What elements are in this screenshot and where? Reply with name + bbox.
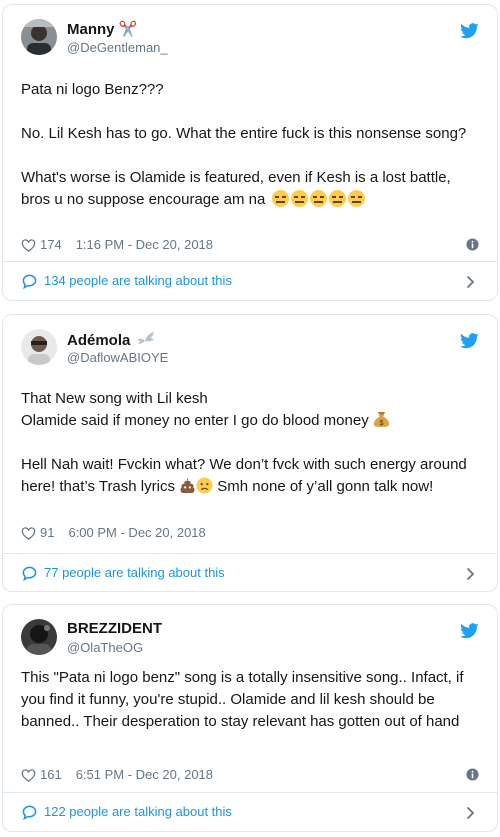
talking-count[interactable]: 122 people are talking about this: [44, 804, 232, 819]
like-count: 161: [40, 767, 62, 782]
user-handle[interactable]: @OlaTheOG: [67, 640, 143, 655]
tweet-paragraph: What's worse is Olamide is featured, eve…: [21, 167, 483, 211]
conversation-link[interactable]: 122 people are talking about this: [3, 792, 497, 831]
tweet-paragraph-text: What's worse is Olamide is featured, eve…: [21, 169, 451, 208]
heart-icon[interactable]: [21, 527, 36, 540]
avatar-image: [21, 19, 57, 55]
tweet-timestamp[interactable]: 1:16 PM - Dec 20, 2018: [76, 237, 213, 252]
tweet-text: That New song with Lil kesh Olamide said…: [21, 388, 483, 498]
speech-bubble-icon: [22, 805, 37, 820]
heart-icon[interactable]: [21, 239, 36, 252]
talking-count[interactable]: 77 people are talking about this: [44, 565, 225, 580]
tweet-text: Pata ni logo Benz??? No. Lil Kesh has to…: [21, 79, 483, 211]
user-handle[interactable]: @DeGentleman_: [67, 40, 168, 55]
tweet-timestamp[interactable]: 6:51 PM - Dec 20, 2018: [76, 767, 213, 782]
display-name-text: Adémola: [67, 332, 131, 349]
tweet-paragraph: Hell Nah wait! Fvckin what? We don’t fvc…: [21, 454, 483, 498]
tweet-paragraph: No. Lil Kesh has to go. What the entire …: [21, 125, 467, 142]
dove-emoji: [137, 332, 154, 344]
heart-icon[interactable]: [21, 769, 36, 782]
money-bag-emoji: $: [373, 411, 389, 427]
info-icon[interactable]: [466, 768, 479, 781]
speech-bubble-icon: [22, 274, 37, 289]
tweet-timestamp[interactable]: 6:00 PM - Dec 20, 2018: [68, 525, 205, 540]
conversation-link[interactable]: 77 people are talking about this: [3, 553, 497, 591]
like-count: 91: [40, 525, 55, 540]
avatar-image: [21, 329, 57, 365]
avatar-image: [21, 619, 57, 655]
twitter-bird-icon[interactable]: [460, 333, 479, 349]
user-handle[interactable]: @DaflowABIOYE: [67, 350, 168, 365]
expressionless-face-emoji: [309, 190, 327, 207]
tweet-line: That New song with Lil kesh: [21, 390, 208, 407]
tweet-card: Adémola @DaflowABIOYE That New song with…: [2, 314, 498, 592]
expressionless-face-emoji: [328, 190, 346, 207]
tweet-meta: 91 6:00 PM - Dec 20, 2018: [21, 524, 479, 542]
tweet-paragraph: This "Pata ni logo benz" song is a total…: [21, 669, 464, 730]
expressionless-face-emoji: [347, 190, 365, 207]
chevron-right-icon[interactable]: [466, 567, 475, 581]
tweet-line: Olamide said if money no enter I go do b…: [21, 410, 483, 432]
display-name[interactable]: Adémola: [67, 330, 155, 349]
tweet-meta: 161 6:51 PM - Dec 20, 2018: [21, 766, 479, 784]
info-icon[interactable]: [466, 238, 479, 251]
tweet-paragraph: Pata ni logo Benz???: [21, 81, 164, 98]
speech-bubble-icon: [22, 566, 37, 581]
avatar[interactable]: [21, 619, 57, 655]
tweet-line-text: Olamide said if money no enter I go do b…: [21, 412, 369, 429]
display-name[interactable]: BREZZIDENT: [67, 620, 162, 637]
tweet-header: BREZZIDENT @OlaTheOG: [21, 615, 479, 661]
chevron-right-icon[interactable]: [466, 806, 475, 820]
expressionless-face-emoji: [271, 190, 289, 207]
tweet-card: BREZZIDENT @OlaTheOG This "Pata ni logo …: [2, 604, 498, 832]
worried-face-emoji: [196, 477, 213, 494]
tweet-meta: 174 1:16 PM - Dec 20, 2018: [21, 236, 479, 254]
avatar[interactable]: [21, 329, 57, 365]
tweet-header: Adémola @DaflowABIOYE: [21, 325, 479, 371]
poop-emoji: [180, 477, 195, 494]
like-count: 174: [40, 237, 62, 252]
twitter-bird-icon[interactable]: [460, 623, 479, 639]
tweet-card: Manny ✂️ @DeGentleman_ Pata ni logo Benz…: [2, 4, 498, 301]
chevron-right-icon[interactable]: [466, 275, 475, 289]
tweet-paragraph-text: Smh none of y’all gonn talk now!: [217, 478, 434, 495]
conversation-link[interactable]: 134 people are talking about this: [3, 261, 497, 300]
twitter-bird-icon[interactable]: [460, 23, 479, 39]
display-name[interactable]: Manny ✂️: [67, 20, 137, 38]
avatar[interactable]: [21, 19, 57, 55]
tweet-text: This "Pata ni logo benz" song is a total…: [21, 667, 479, 733]
tweet-header: Manny ✂️ @DeGentleman_: [21, 15, 479, 61]
expressionless-face-emoji: [290, 190, 308, 207]
talking-count[interactable]: 134 people are talking about this: [44, 273, 232, 288]
